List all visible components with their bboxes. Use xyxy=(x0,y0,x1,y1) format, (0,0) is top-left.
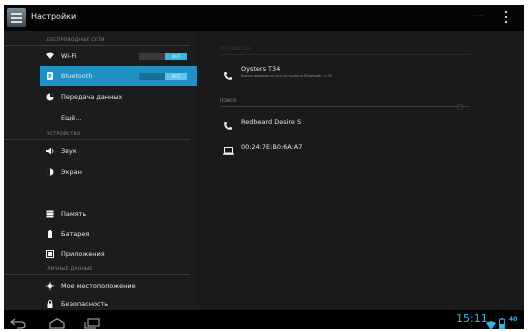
wifi-signal-icon[interactable] xyxy=(486,315,496,329)
own-device-header: УСТРОЙСТВА xyxy=(220,46,470,55)
settings-categories-list: БЕСПРОВОДНЫЕ СЕТИ Wi-Fi ВКЛ Bluetooth ВК… xyxy=(4,32,197,310)
storage-icon xyxy=(46,210,54,218)
sound-icon xyxy=(46,147,54,155)
settings-item-battery[interactable]: Батарея xyxy=(4,224,197,244)
wifi-toggle[interactable]: ВКЛ xyxy=(139,53,187,60)
settings-item-label: Память xyxy=(61,210,87,218)
toggle-on-label: ВКЛ xyxy=(165,73,187,80)
settings-item-label: Ещё... xyxy=(61,114,82,122)
found-device-row[interactable]: Redbeard Desire S xyxy=(220,112,470,132)
status-clock[interactable]: 15:11 xyxy=(456,312,488,325)
settings-item-location[interactable]: Мое местоположение xyxy=(4,276,197,296)
phone-icon xyxy=(223,116,233,130)
tablet-screen: Настройки ····· БЕСПРОВОДНЫЕ СЕТИ Wi-Fi … xyxy=(4,5,524,329)
settings-item-label: Bluetooth xyxy=(61,72,93,80)
action-bar: Настройки ····· xyxy=(4,5,524,32)
device-name: Redbeard Desire S xyxy=(241,118,302,126)
location-icon xyxy=(46,282,54,290)
section-header-wireless: БЕСПРОВОДНЫЕ СЕТИ xyxy=(4,35,190,46)
back-button[interactable] xyxy=(9,314,26,329)
display-icon xyxy=(46,168,54,176)
settings-item-label: Безопасность xyxy=(61,300,109,308)
system-navigation-bar: 15:11 40 xyxy=(4,310,524,329)
settings-item-label: Передача данных xyxy=(61,93,123,101)
wifi-icon xyxy=(46,52,54,60)
own-device-row[interactable]: Oysters T34 Время видимости для устройст… xyxy=(220,62,470,82)
settings-item-data-usage[interactable]: Передача данных xyxy=(4,87,197,107)
settings-app-icon[interactable] xyxy=(7,8,26,27)
found-device-row[interactable]: 00:24:7E:B0:6A:A7 xyxy=(220,137,470,157)
settings-item-sound[interactable]: Звук xyxy=(4,141,197,161)
section-header-device: УСТРОЙСТВО xyxy=(4,129,190,140)
settings-item-label: Приложения xyxy=(61,250,105,258)
overflow-menu-icon[interactable] xyxy=(504,11,508,25)
recent-apps-button[interactable] xyxy=(84,314,100,329)
device-name: 00:24:7E:B0:6A:A7 xyxy=(241,143,303,151)
settings-item-display[interactable]: Экран xyxy=(4,162,197,182)
settings-item-more[interactable]: Ещё... xyxy=(4,108,197,128)
bluetooth-toggle[interactable]: ВКЛ xyxy=(139,73,187,80)
settings-item-wifi[interactable]: Wi-Fi ВКЛ xyxy=(4,46,197,66)
app-title: Настройки xyxy=(31,12,77,21)
search-results-header: ПОИСК xyxy=(220,98,470,107)
settings-item-storage[interactable]: Память xyxy=(4,204,197,224)
data-usage-icon xyxy=(46,93,54,101)
battery-percent: 40 xyxy=(509,316,518,323)
search-progress-icon[interactable] xyxy=(456,96,464,111)
section-header-personal: ЛИЧНЫЕ ДАННЫЕ xyxy=(4,264,190,275)
apps-icon xyxy=(46,250,54,258)
action-bar-faint-label: ····· xyxy=(474,13,484,20)
settings-item-apps[interactable]: Приложения xyxy=(4,244,197,264)
settings-item-label: Звук xyxy=(61,147,77,155)
settings-item-label: Батарея xyxy=(61,230,90,238)
settings-item-label: Wi-Fi xyxy=(61,52,77,60)
laptop-icon xyxy=(223,141,234,155)
bluetooth-detail-pane: УСТРОЙСТВА Oysters T34 Время видимости д… xyxy=(197,32,524,310)
phone-icon xyxy=(223,66,233,80)
bluetooth-icon xyxy=(46,72,54,80)
settings-item-bluetooth[interactable]: Bluetooth ВКЛ xyxy=(40,66,197,86)
toggle-on-label: ВКЛ xyxy=(165,53,187,60)
battery-icon xyxy=(46,230,54,238)
settings-item-label: Экран xyxy=(61,168,82,176)
settings-item-label: Мое местоположение xyxy=(61,282,136,290)
lock-icon xyxy=(46,300,54,308)
device-name: Oysters T34 xyxy=(241,65,281,73)
visibility-timeout: Время видимости для устройств Bluetooth:… xyxy=(241,74,333,78)
home-button[interactable] xyxy=(49,314,65,329)
battery-status-icon[interactable] xyxy=(499,314,505,329)
